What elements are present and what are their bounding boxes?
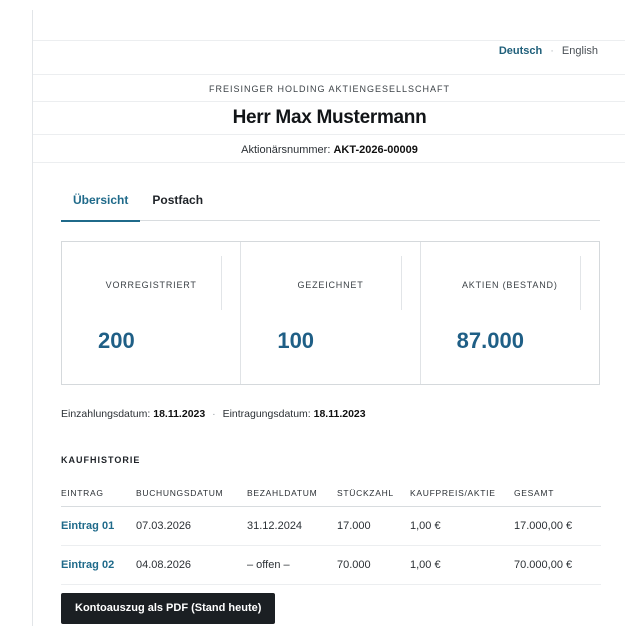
column-header: KAUFPREIS/AKTIE <box>410 480 514 507</box>
shareholder-number: AKT-2026-00009 <box>333 144 418 156</box>
booking-date: 04.08.2026 <box>136 545 247 585</box>
stat-preregistered: VORREGISTRIERT 200 <box>62 242 242 384</box>
quantity: 70.000 <box>337 545 410 585</box>
price-per-share: 1,00 € <box>410 506 514 546</box>
stat-label: AKTIEN (BESTAND) <box>461 280 558 290</box>
stat-shares-held: AKTIEN (BESTAND) 87.000 <box>421 242 599 384</box>
stats-panel: VORREGISTRIERT 200 GEZEICHNET 100 AKTIEN… <box>61 241 600 385</box>
column-header: BEZAHLDATUM <box>247 480 337 507</box>
divider <box>33 134 625 135</box>
stat-value: 87.000 <box>456 328 524 353</box>
total: 70.000,00 € <box>514 545 601 585</box>
language-de[interactable]: Deutsch <box>499 45 542 57</box>
tab-mailbox[interactable]: Postfach <box>140 188 215 220</box>
dates-line: Einzahlungsdatum: 18.11.2023 · Eintragun… <box>61 408 366 420</box>
divider <box>33 74 625 75</box>
payment-date-label: Einzahlungsdatum: <box>61 408 151 420</box>
language-switcher: Deutsch · English <box>499 45 598 57</box>
table-header-row: EINTRAG BUCHUNGSDATUM BEZAHLDATUM STÜCKZ… <box>61 480 601 507</box>
shareholder-number-label: Aktionärsnummer: <box>241 144 331 156</box>
language-separator: · <box>550 45 554 57</box>
purchase-history-table: EINTRAG BUCHUNGSDATUM BEZAHLDATUM STÜCKZ… <box>61 480 601 585</box>
table-row: Eintrag 02 04.08.2026 – offen – 70.000 1… <box>61 545 601 585</box>
entry-link[interactable]: Eintrag 02 <box>61 545 136 585</box>
column-header: BUCHUNGSDATUM <box>136 480 247 507</box>
payment-date: 18.11.2023 <box>153 408 206 420</box>
entry-link[interactable]: Eintrag 01 <box>61 506 136 546</box>
stat-label: VORREGISTRIERT <box>105 280 197 290</box>
stat-value: 100 <box>277 328 315 353</box>
tab-overview[interactable]: Übersicht <box>61 188 141 222</box>
payment-date-cell: – offen – <box>247 545 337 585</box>
price-per-share: 1,00 € <box>410 545 514 585</box>
booking-date: 07.03.2026 <box>136 506 247 546</box>
table-row: Eintrag 01 07.03.2026 31.12.2024 17.000 … <box>61 506 601 546</box>
quantity: 17.000 <box>337 506 410 546</box>
stat-label: GEZEICHNET <box>297 280 364 290</box>
shareholder-name: Herr Max Mustermann <box>232 107 427 128</box>
language-en[interactable]: English <box>562 45 598 57</box>
dates-separator: · <box>212 408 216 420</box>
download-statement-pdf-button[interactable]: Kontoauszug als PDF (Stand heute) <box>61 593 276 624</box>
column-header: GESAMT <box>514 480 601 507</box>
payment-date-cell: 31.12.2024 <box>247 506 337 546</box>
stat-value: 200 <box>98 328 135 353</box>
stat-subscribed: GEZEICHNET 100 <box>241 242 421 384</box>
purchase-history-title: KAUFHISTORIE <box>61 455 141 465</box>
column-header: EINTRAG <box>61 480 136 507</box>
divider <box>33 162 625 163</box>
registration-date: 18.11.2023 <box>313 408 366 420</box>
divider <box>33 40 625 41</box>
registration-date-label: Eintragungsdatum: <box>222 408 311 420</box>
column-header: STÜCKZAHL <box>337 480 410 507</box>
divider <box>33 101 625 102</box>
company-name: FREISINGER HOLDING AKTIENGESELLSCHAFT <box>208 84 451 94</box>
tab-bar: Übersicht Postfach <box>61 188 600 222</box>
shareholder-number-line: Aktionärsnummer: AKT-2026-00009 <box>33 144 625 156</box>
portal-sheet: Deutsch · English FREISINGER HOLDING AKT… <box>32 10 625 626</box>
total: 17.000,00 € <box>514 506 601 546</box>
